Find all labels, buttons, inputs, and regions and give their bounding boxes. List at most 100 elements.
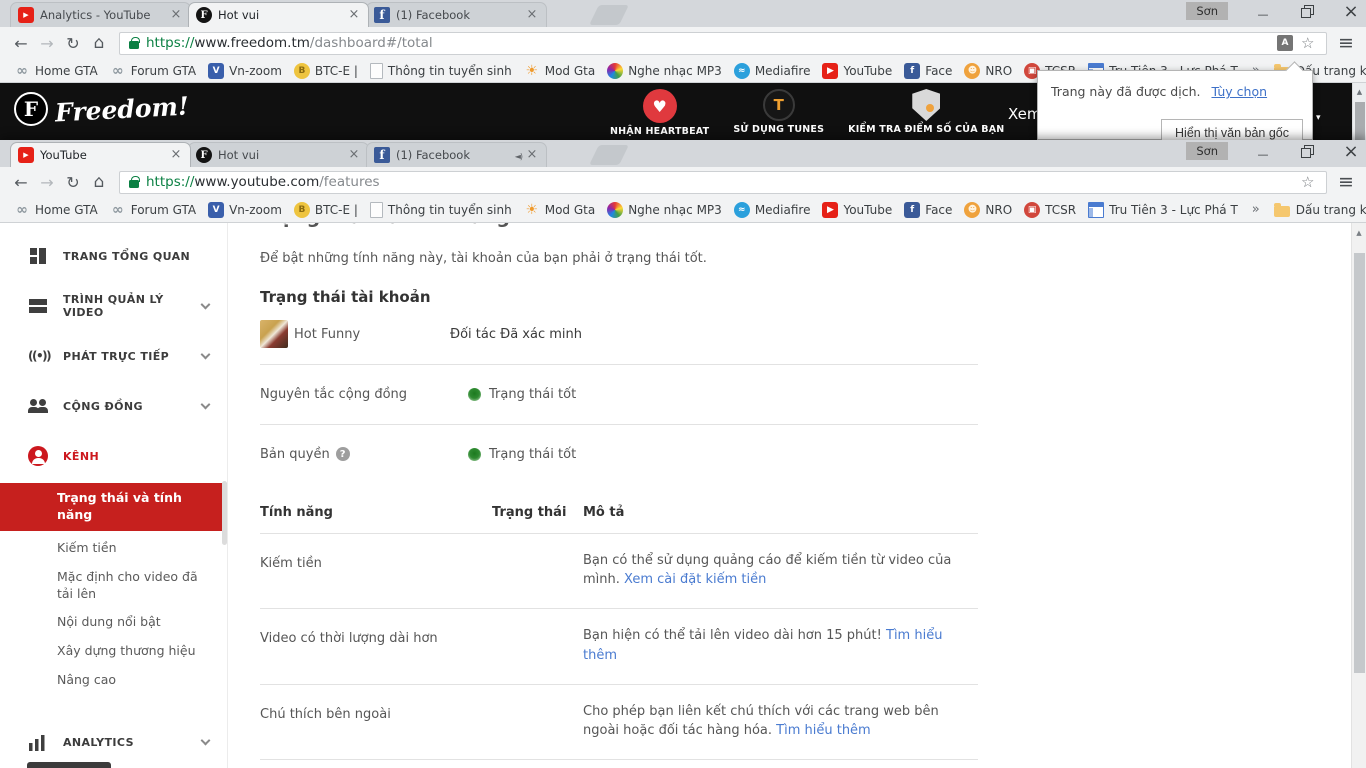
bookmark-item[interactable]: ≈ Mediafire [728,200,817,220]
other-bookmarks[interactable]: Dấu trang khác [1268,201,1366,219]
sidebar-subitem-label: Mặc định cho video đã tải lên [57,568,198,601]
back-button[interactable]: ← [8,173,34,192]
scrollbar-thumb[interactable] [1354,253,1365,673]
sidebar-subitem[interactable]: Mặc định cho video đã tải lên [0,563,227,609]
sidebar-subitem[interactable]: Kiếm tiền [0,534,227,563]
browser-menu-icon[interactable] [1334,32,1358,54]
home-button[interactable]: ⌂ [86,172,112,192]
tab-favicon [374,7,390,23]
bookmark-item[interactable]: ∞ Home GTA [8,200,104,220]
bookmark-item[interactable]: Tru Tiên 3 - Lực Phá T [1082,200,1244,220]
sidebar-item[interactable]: KÊNH [0,431,227,481]
sidebar-subitem[interactable]: Trạng thái và tính năng [0,483,227,531]
sidebar-item[interactable]: TRÌNH QUẢN LÝ VIDEO [0,281,227,331]
translate-icon[interactable] [1277,35,1293,51]
browser-tab[interactable]: Hot vui [188,2,369,27]
help-icon[interactable] [335,447,350,461]
freedom-nav-item[interactable]: SỬ DỤNG TUNES [733,83,824,135]
ssl-lock-icon[interactable] [129,36,140,49]
bookmarks-overflow-icon[interactable] [1244,202,1268,217]
freedom-nav: NHẬN HEARTBEAT SỬ DỤNG TUNES KIỂM TRA ĐI… [610,83,1004,140]
page-scrollbar-top[interactable] [1352,83,1366,140]
page-scrollbar[interactable] [1351,223,1366,768]
scroll-up-icon[interactable] [1353,83,1366,96]
feature-link[interactable]: Xem cài đặt kiếm tiền [624,572,766,587]
bookmark-item[interactable]: ☀ Mod Gta [518,200,601,220]
bookmark-star-icon[interactable] [1301,34,1317,52]
tab-close-icon[interactable] [525,8,539,22]
scrollbar-thumb[interactable] [1355,102,1365,140]
translate-options-link[interactable]: Tùy chọn [1211,84,1267,99]
bookmark-star-icon[interactable] [1301,173,1317,191]
tab-close-icon[interactable] [169,148,183,162]
tab-favicon [374,147,390,163]
bookmark-item[interactable]: Nghe nhạc MP3 [601,61,728,81]
freedom-logo[interactable]: F Freedom! [14,91,190,127]
address-bar[interactable]: https://www.freedom.tm/dashboard#/total [119,31,1327,55]
sidebar-item[interactable]: TRANG TỔNG QUAN [0,231,227,281]
reload-button[interactable]: ↻ [60,173,86,192]
browser-toolbar: ← → ↻ ⌂ https://www.freedom.tm/dashboard… [0,27,1366,59]
minimize-button[interactable] [1254,142,1272,160]
status-good-dot [468,447,481,461]
bookmark-item[interactable]: ▣ TCSR [1018,200,1082,220]
sidebar-item[interactable]: PHÁT TRỰC TIẾP [0,331,227,381]
scroll-up-icon[interactable] [1352,223,1366,237]
table-row: Video có thời lượng dài hơn Bạn hiện có … [260,608,978,683]
minimize-button[interactable] [1254,2,1272,20]
sidebar-items-top: TRANG TỔNG QUAN TRÌNH QUẢN LÝ VIDEO PHÁT… [0,231,227,481]
bookmark-item[interactable]: ▶ YouTube [816,61,898,81]
restore-button[interactable] [1298,142,1316,160]
forward-button[interactable]: → [34,34,60,53]
freedom-nav-item[interactable]: KIỂM TRA ĐIỂM SỐ CỦA BẠN [848,83,1004,135]
sidebar-scrollbar-thumb[interactable] [222,481,227,545]
bookmark-item[interactable]: ☻ NRO [958,61,1018,81]
tab-close-icon[interactable] [347,8,361,22]
bookmark-item[interactable]: ≈ Mediafire [728,61,817,81]
sidebar-subitem[interactable]: Nâng cao [0,666,227,695]
bookmark-item[interactable]: Nghe nhạc MP3 [601,200,728,220]
bookmark-item[interactable]: f Face [898,61,958,81]
bookmark-favicon: ☀ [525,201,538,218]
address-bar[interactable]: https://www.youtube.com/features [119,170,1327,194]
bookmark-item[interactable]: ∞ Forum GTA [104,200,202,220]
tab-close-icon[interactable] [169,8,183,22]
bookmark-item[interactable]: V Vn-zoom [202,61,288,81]
avatar[interactable] [260,320,288,348]
bookmark-item[interactable]: f Face [898,200,958,220]
restore-button[interactable] [1298,2,1316,20]
browser-tab[interactable]: (1) Facebook [366,2,547,27]
bookmark-item[interactable]: B BTC-E | [288,200,364,220]
forward-button[interactable]: → [34,173,60,192]
freedom-nav-item[interactable]: NHẬN HEARTBEAT [610,83,709,137]
close-button[interactable] [1342,142,1360,160]
bookmark-item[interactable]: ☀ Mod Gta [518,61,601,81]
bookmark-item[interactable]: Thông tin tuyển sinh [364,200,518,220]
sidebar-subitem[interactable]: Xây dựng thương hiệu [0,637,227,666]
back-button[interactable]: ← [8,34,34,53]
tab-favicon [196,147,212,163]
bookmark-item[interactable]: ∞ Forum GTA [104,61,202,81]
ssl-lock-icon[interactable] [129,175,140,188]
tab-close-icon[interactable] [525,148,539,162]
bookmark-item[interactable]: ∞ Home GTA [8,61,104,81]
browser-tab[interactable]: Analytics - YouTube [10,2,191,27]
bookmark-label: YouTube [843,202,893,217]
feature-link[interactable]: Tìm hiểu thêm [776,723,871,738]
bookmark-item[interactable]: B BTC-E | [288,61,364,81]
browser-tab[interactable]: Hot vui [188,142,369,167]
tab-close-icon[interactable] [347,148,361,162]
browser-tab[interactable]: (1) Facebook [366,142,547,167]
close-button[interactable] [1342,2,1360,20]
sidebar-item[interactable]: ANALYTICS [0,717,227,767]
home-button[interactable]: ⌂ [86,33,112,53]
reload-button[interactable]: ↻ [60,34,86,53]
bookmark-item[interactable]: V Vn-zoom [202,200,288,220]
browser-tab[interactable]: YouTube [10,142,191,167]
bookmark-item[interactable]: Thông tin tuyển sinh [364,61,518,81]
sidebar-item[interactable]: CỘNG ĐỒNG [0,381,227,431]
sidebar-subitem[interactable]: Nội dung nổi bật [0,608,227,637]
browser-menu-icon[interactable] [1334,171,1358,193]
bookmark-item[interactable]: ▶ YouTube [816,200,898,220]
bookmark-item[interactable]: ☻ NRO [958,200,1018,220]
